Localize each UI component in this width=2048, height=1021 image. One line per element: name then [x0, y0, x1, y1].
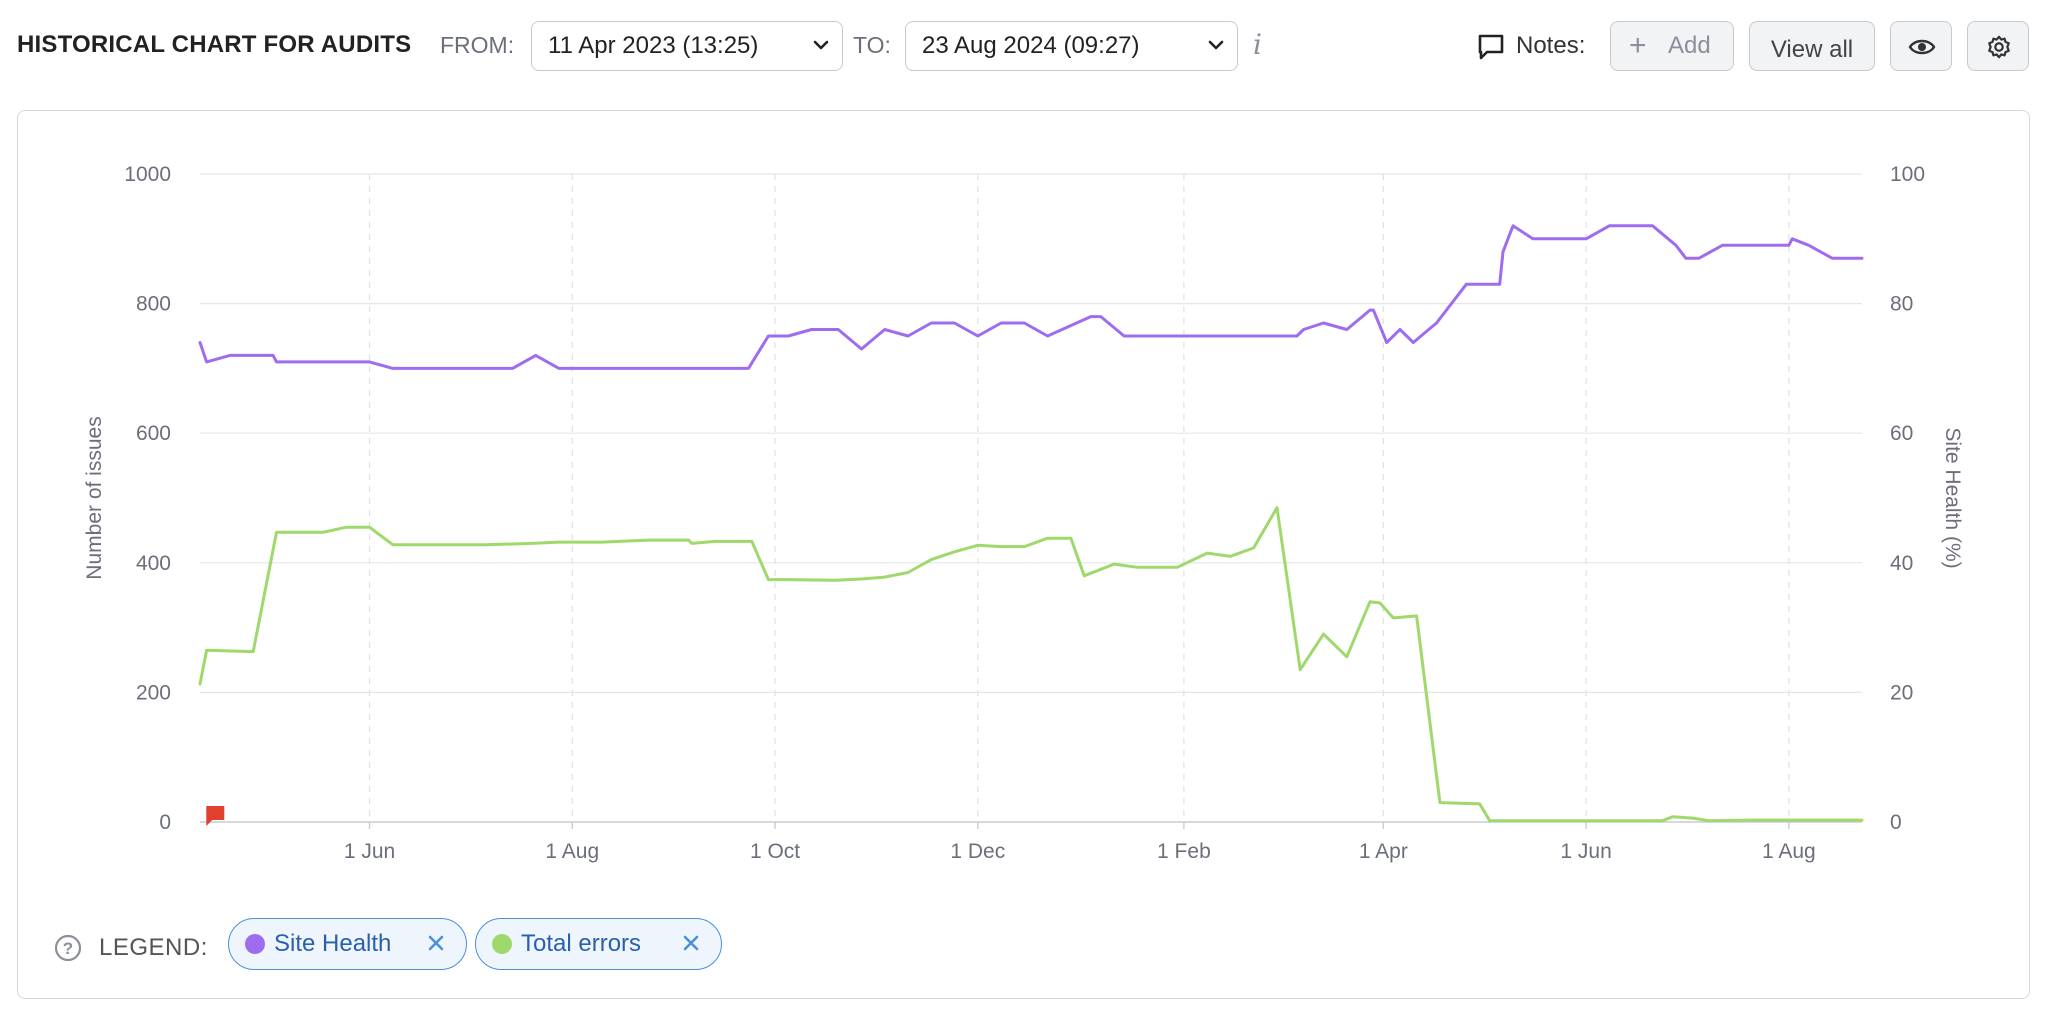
- x-tick-label: 1 Apr: [1359, 840, 1408, 863]
- historical-audit-chart: 0 0 200 20 400 40 600 60 800 80 1000 100 1 Jun 1 Aug 1…: [83, 163, 1964, 863]
- note-flag-icon: [206, 806, 225, 826]
- y2-tick-label: 40: [1890, 552, 1913, 575]
- close-icon[interactable]: [681, 933, 701, 953]
- y2-tick-label: 20: [1890, 681, 1913, 704]
- series-line: [198, 224, 1864, 370]
- help-icon[interactable]: ?: [54, 934, 82, 962]
- series-line: [198, 506, 1864, 823]
- x-tick-label: 1 Jun: [1560, 840, 1611, 863]
- y2-axis-title: Site Health (%): [1941, 427, 1964, 568]
- y2-tick-label: 100: [1890, 163, 1925, 186]
- x-tick-label: 1 Aug: [545, 840, 599, 863]
- x-tick-label: 1 Dec: [950, 840, 1005, 863]
- legend-dot: [492, 934, 512, 954]
- close-icon[interactable]: [426, 933, 446, 953]
- y-tick-label: 200: [136, 681, 171, 704]
- y-tick-label: 1000: [124, 163, 171, 186]
- y2-tick-label: 80: [1890, 293, 1913, 316]
- y-tick-label: 0: [159, 811, 171, 834]
- x-tick-label: 1 Jun: [344, 840, 395, 863]
- y-tick-label: 600: [136, 422, 171, 445]
- legend-label: LEGEND:: [99, 934, 208, 961]
- x-tick-label: 1 Feb: [1157, 840, 1211, 863]
- svg-text:?: ?: [63, 939, 73, 958]
- x-tick-label: 1 Oct: [750, 840, 800, 863]
- y-tick-label: 400: [136, 552, 171, 575]
- y-tick-label: 800: [136, 293, 171, 316]
- legend-chip-site-health[interactable]: Site Health: [228, 918, 467, 970]
- y2-tick-label: 60: [1890, 422, 1913, 445]
- legend-item-label: Site Health: [274, 930, 392, 957]
- y-axis-title: Number of issues: [83, 416, 106, 579]
- y2-tick-label: 0: [1890, 811, 1902, 834]
- legend-item-label: Total errors: [521, 930, 642, 957]
- legend-dot: [245, 934, 265, 954]
- note-flag-shape: [206, 806, 225, 826]
- x-tick-label: 1 Aug: [1762, 840, 1816, 863]
- legend-chip-total-errors[interactable]: Total errors: [475, 918, 722, 970]
